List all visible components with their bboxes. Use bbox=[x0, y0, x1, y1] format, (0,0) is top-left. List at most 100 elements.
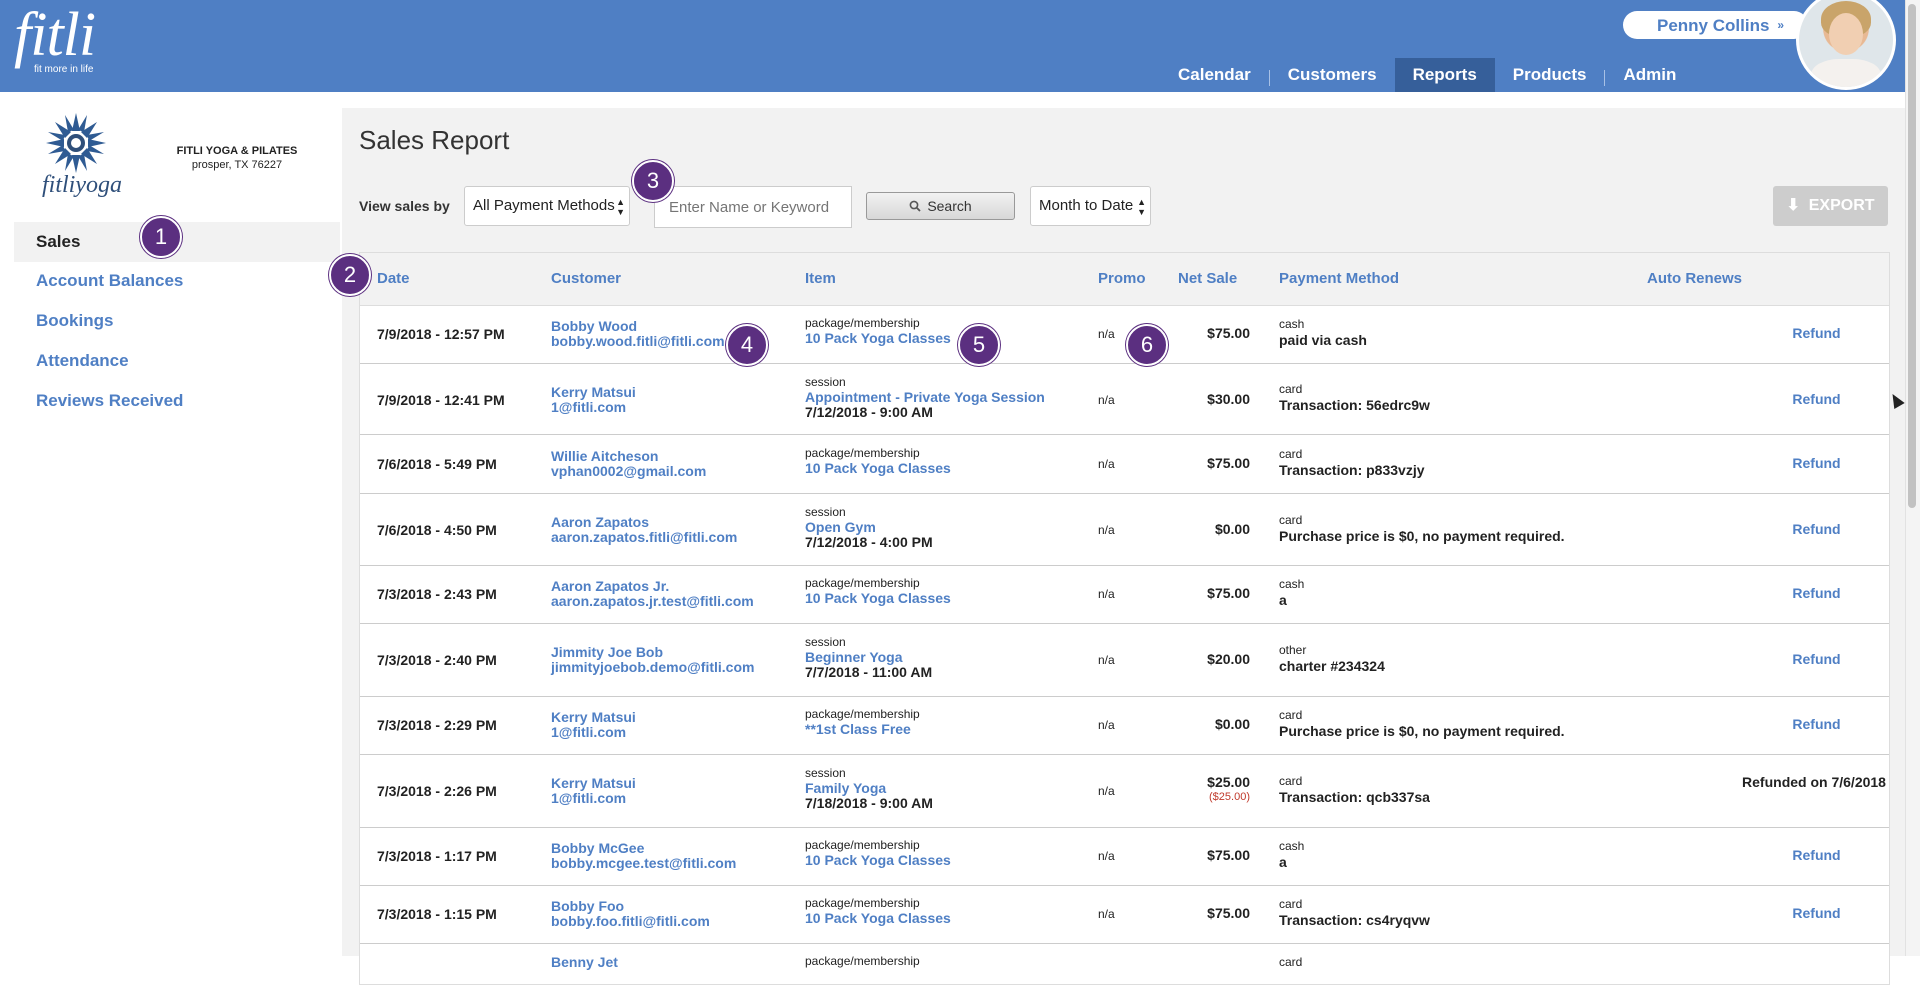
refund-link[interactable]: Refund bbox=[1744, 392, 1889, 407]
col-auto-renews[interactable]: Auto Renews bbox=[1647, 270, 1742, 287]
refund-link[interactable]: Refund bbox=[1744, 326, 1889, 341]
customer-email[interactable]: bobby.mcgee.test@fitli.com bbox=[551, 856, 736, 871]
customer-name[interactable]: Kerry Matsui bbox=[551, 776, 636, 791]
col-payment-method[interactable]: Payment Method bbox=[1279, 270, 1399, 287]
customer-email[interactable]: aaron.zapatos.jr.test@fitli.com bbox=[551, 594, 754, 609]
refunded-status: Refunded on 7/6/2018 bbox=[1742, 774, 1886, 790]
search-button[interactable]: Search bbox=[866, 192, 1015, 220]
table-row: 7/6/2018 - 4:50 PM Aaron Zapatos aaron.za… bbox=[360, 494, 1889, 566]
sidebar-item-attendance[interactable]: Attendance bbox=[14, 341, 340, 381]
row-promo: n/a bbox=[1098, 907, 1115, 921]
export-button-label: EXPORT bbox=[1808, 197, 1875, 214]
customer-email[interactable]: bobby.foo.fitli@fitli.com bbox=[551, 914, 710, 929]
col-net-sale[interactable]: Net Sale bbox=[1178, 270, 1237, 287]
payment-detail: a bbox=[1279, 592, 1287, 608]
item-name[interactable]: Beginner Yoga bbox=[805, 650, 932, 665]
customer-email[interactable]: jimmityjoebob.demo@fitli.com bbox=[551, 660, 754, 675]
item-time: 7/18/2018 - 9:00 AM bbox=[805, 795, 933, 811]
row-customer[interactable]: Aaron Zapatos aaron.zapatos.fitli@fitli.c… bbox=[551, 515, 737, 545]
nav-customers[interactable]: Customers bbox=[1270, 58, 1395, 92]
row-customer[interactable]: Jimmity Joe Bob jimmityjoebob.demo@fitli.… bbox=[551, 645, 754, 675]
item-name[interactable]: 10 Pack Yoga Classes bbox=[805, 853, 951, 868]
refund-link[interactable]: Refund bbox=[1744, 586, 1889, 601]
row-net-sale: $0.00 bbox=[1214, 716, 1250, 732]
customer-email[interactable]: aaron.zapatos.fitli@fitli.com bbox=[551, 530, 737, 545]
payment-method-select[interactable]: All Payment Methods ▲ ▼ bbox=[464, 186, 630, 226]
refund-link[interactable]: Refund bbox=[1744, 456, 1889, 471]
customer-email[interactable]: 1@fitli.com bbox=[551, 791, 636, 806]
row-customer[interactable]: Benny Jet bbox=[551, 955, 618, 970]
customer-name[interactable]: Bobby McGee bbox=[551, 841, 736, 856]
customer-email[interactable]: 1@fitli.com bbox=[551, 725, 636, 740]
item-name[interactable]: **1st Class Free bbox=[805, 722, 920, 737]
period-select[interactable]: Month to Date ▲ ▼ bbox=[1030, 186, 1151, 226]
avatar[interactable] bbox=[1796, 0, 1896, 90]
row-customer[interactable]: Bobby McGee bobby.mcgee.test@fitli.com bbox=[551, 841, 736, 871]
nav-calendar[interactable]: Calendar bbox=[1160, 58, 1269, 92]
col-promo[interactable]: Promo bbox=[1098, 270, 1146, 287]
row-date: 7/6/2018 - 4:50 PM bbox=[377, 522, 497, 538]
col-customer[interactable]: Customer bbox=[551, 270, 621, 287]
item-name[interactable]: 10 Pack Yoga Classes bbox=[805, 461, 951, 476]
item-name[interactable]: Open Gym bbox=[805, 520, 933, 535]
customer-email[interactable]: bobby.wood.fitli@fitli.com bbox=[551, 334, 725, 349]
refund-link[interactable]: Refund bbox=[1744, 848, 1889, 863]
customer-name[interactable]: Willie Aitcheson bbox=[551, 449, 706, 464]
customer-name[interactable]: Bobby Wood bbox=[551, 319, 725, 334]
row-customer[interactable]: Willie Aitcheson vphan0002@gmail.com bbox=[551, 449, 706, 479]
item-type: session bbox=[805, 766, 846, 780]
annotation-badge-3: 3 bbox=[632, 160, 674, 202]
sidebar-item-bookings[interactable]: Bookings bbox=[14, 301, 340, 341]
col-date[interactable]: Date bbox=[377, 270, 410, 287]
nav-admin[interactable]: Admin bbox=[1605, 58, 1694, 92]
export-button[interactable]: ⬇ EXPORT bbox=[1773, 186, 1888, 226]
row-net-sale: $20.00 bbox=[1207, 651, 1250, 667]
row-customer[interactable]: Bobby Foo bobby.foo.fitli@fitli.com bbox=[551, 899, 710, 929]
customer-name[interactable]: Aaron Zapatos Jr. bbox=[551, 579, 754, 594]
item-name[interactable]: 10 Pack Yoga Classes bbox=[805, 591, 951, 606]
page-title: Sales Report bbox=[359, 125, 510, 155]
fitli-logo[interactable]: fitli bbox=[14, 4, 96, 66]
row-customer[interactable]: Aaron Zapatos Jr. aaron.zapatos.jr.test@f… bbox=[551, 579, 754, 609]
refund-link[interactable]: Refund bbox=[1744, 906, 1889, 921]
row-customer[interactable]: Bobby Wood bobby.wood.fitli@fitli.com bbox=[551, 319, 725, 349]
view-sales-by-label: View sales by bbox=[359, 198, 450, 214]
row-date: 7/3/2018 - 2:26 PM bbox=[377, 783, 497, 799]
row-item: package/membership 10 Pack Yoga Classes bbox=[805, 446, 951, 476]
item-name[interactable]: 10 Pack Yoga Classes bbox=[805, 911, 951, 926]
user-menu-button[interactable]: Penny Collins » bbox=[1623, 11, 1808, 39]
item-name[interactable]: Family Yoga bbox=[805, 781, 933, 796]
col-item[interactable]: Item bbox=[805, 270, 836, 287]
row-payment: cash paid via cash bbox=[1279, 316, 1367, 348]
sidebar-item-account-balances[interactable]: Account Balances bbox=[14, 261, 340, 301]
table-row: Benny Jet package/membership card bbox=[360, 944, 1889, 984]
nav-products[interactable]: Products bbox=[1495, 58, 1605, 92]
customer-email[interactable]: 1@fitli.com bbox=[551, 400, 636, 415]
customer-name[interactable]: Kerry Matsui bbox=[551, 710, 636, 725]
customer-name[interactable]: Benny Jet bbox=[551, 955, 618, 970]
row-customer[interactable]: Kerry Matsui 1@fitli.com bbox=[551, 385, 636, 415]
customer-name[interactable]: Kerry Matsui bbox=[551, 385, 636, 400]
refund-link[interactable]: Refund bbox=[1744, 522, 1889, 537]
studio-info: FITLI YOGA & PILATES prosper, TX 76227 bbox=[170, 144, 304, 172]
item-name[interactable]: 10 Pack Yoga Classes bbox=[805, 331, 951, 346]
item-type: package/membership bbox=[805, 954, 920, 968]
search-input[interactable] bbox=[654, 186, 852, 228]
customer-name[interactable]: Jimmity Joe Bob bbox=[551, 645, 754, 660]
refund-link[interactable]: Refund bbox=[1744, 652, 1889, 667]
customer-email[interactable]: vphan0002@gmail.com bbox=[551, 464, 706, 479]
refund-link[interactable]: Refund bbox=[1744, 717, 1889, 732]
row-customer[interactable]: Kerry Matsui 1@fitli.com bbox=[551, 776, 636, 806]
customer-name[interactable]: Bobby Foo bbox=[551, 899, 710, 914]
row-customer[interactable]: Kerry Matsui 1@fitli.com bbox=[551, 710, 636, 740]
annotation-badge-2: 2 bbox=[329, 254, 371, 296]
sales-table: Date Customer Item Promo Net Sale Paymen… bbox=[359, 252, 1890, 985]
row-payment: card Transaction: qcb337sa bbox=[1279, 773, 1430, 805]
scrollbar-thumb[interactable] bbox=[1908, 4, 1916, 508]
item-type: package/membership bbox=[805, 446, 920, 460]
sidebar-item-reviews-received[interactable]: Reviews Received bbox=[14, 381, 340, 421]
customer-name[interactable]: Aaron Zapatos bbox=[551, 515, 737, 530]
item-name[interactable]: Appointment - Private Yoga Session bbox=[805, 390, 1045, 405]
table-row: 7/3/2018 - 1:15 PM Bobby Foo bobby.foo.fi… bbox=[360, 886, 1889, 944]
nav-reports[interactable]: Reports bbox=[1394, 58, 1495, 92]
